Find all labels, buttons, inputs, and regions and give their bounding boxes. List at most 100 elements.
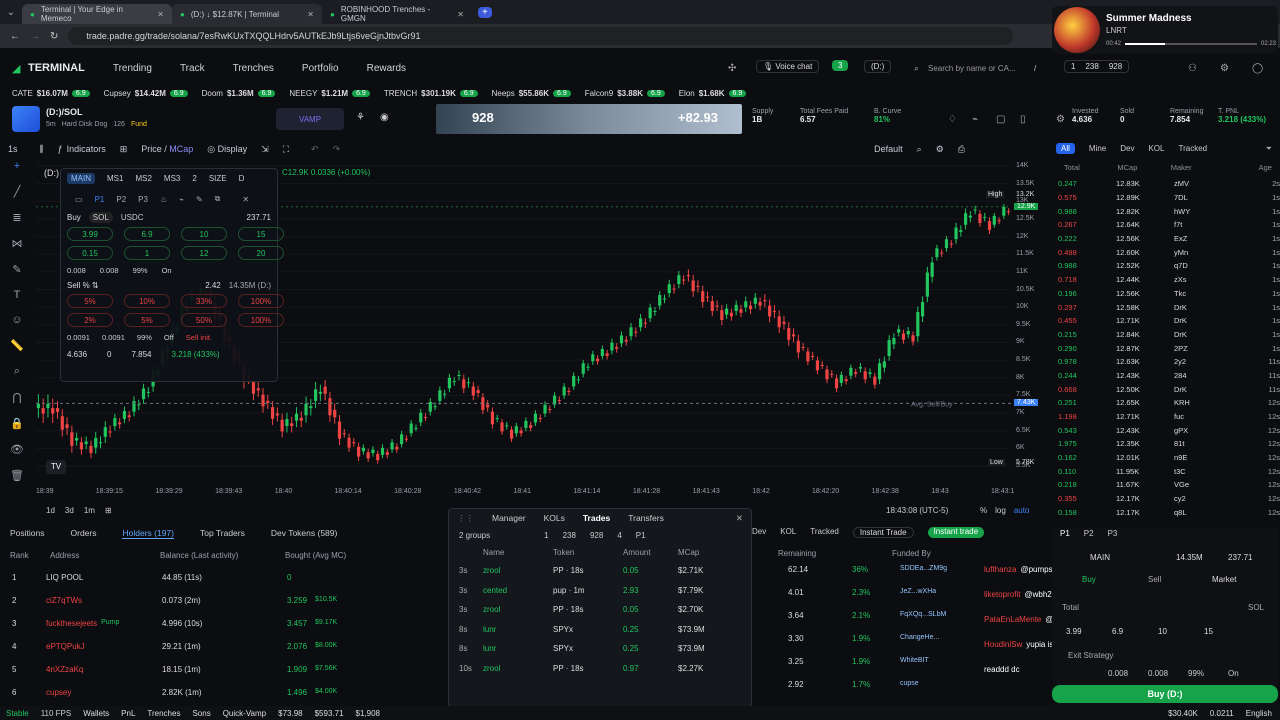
manager-tab[interactable]: Transfers [628, 513, 664, 523]
drag-handle-icon[interactable]: ⋮⋮ [457, 513, 474, 524]
holder-address[interactable]: 4nXZzaKq [46, 665, 162, 674]
status-right-item[interactable]: 0.0211 [1210, 709, 1234, 718]
status-right-item[interactable]: English [1246, 709, 1272, 718]
lock-icon[interactable]: 🔒 [10, 417, 24, 430]
trade-row[interactable]: 1.975 12.35K 81t 12s [1058, 437, 1280, 451]
search-input[interactable]: Search by name or CA... [928, 64, 1016, 73]
holder-address[interactable]: fuckthesejeets Pump [46, 619, 162, 628]
mini-tab[interactable]: P1 [1060, 529, 1070, 538]
trade-row[interactable]: 0.247 12.83K zMV 2s [1058, 177, 1280, 191]
holders-tab[interactable]: Holders (197) [122, 528, 174, 539]
sell-setting[interactable]: 0.0091 [102, 333, 125, 342]
status-link[interactable]: Quick-Vamp [223, 709, 266, 718]
zoom-icon[interactable]: ⌕ [14, 365, 20, 378]
layout-grid-icon[interactable]: ⊞ [120, 144, 128, 155]
buy-amount-button[interactable]: 6.9 [124, 227, 170, 241]
forward-icon[interactable]: → [30, 31, 40, 42]
undo-icon[interactable]: ↶ [311, 144, 319, 155]
puzzle-icon[interactable]: ✣ [728, 63, 736, 74]
funded-by[interactable]: cupse [900, 680, 919, 687]
candle-type-icon[interactable]: ⫼ [40, 144, 44, 155]
chat-user[interactable]: lufthanza [984, 565, 1016, 574]
ticker-item[interactable]: TRENCH $301.19K 6.9 [384, 89, 478, 98]
trade-tab-main[interactable]: MAIN [67, 173, 95, 184]
trade-row[interactable]: 0.978 12.63K 2y2 11s [1058, 355, 1280, 369]
indicators-button[interactable]: ƒ Indicators [58, 144, 106, 154]
mini-tab[interactable]: P3 [1108, 529, 1118, 538]
manager-row[interactable]: 8s lunr SPYx 0.25 $73.9M [449, 620, 751, 640]
buy-amount-button[interactable]: 15 [238, 227, 284, 241]
trade-row[interactable]: 0.988 12.82K hWY 1s [1058, 204, 1280, 218]
manager-tab[interactable]: KOLs [544, 513, 565, 523]
manager-row[interactable]: 3s cented pup · 1m 2.93 $7.79K [449, 581, 751, 601]
close-panel-icon[interactable]: ✕ [242, 195, 249, 204]
range-buttons[interactable]: 1d 3d 1m ⊞ [46, 506, 112, 515]
sell-amount-button[interactable]: 5% [67, 294, 113, 308]
brush-icon[interactable]: ✎ [12, 263, 21, 276]
funded-by[interactable]: JeZ...wXHa [900, 588, 936, 595]
ticker-item[interactable]: NEEGY $1.21M 6.9 [289, 89, 370, 98]
manager-tab[interactable]: Manager [492, 513, 526, 523]
trades-tab-mine[interactable]: Mine [1089, 144, 1106, 153]
instant-trade-toggle[interactable]: Instant trade [927, 527, 985, 538]
ticker-item[interactable]: Neeps $55.86K 6.9 [492, 89, 571, 98]
buy-amount-button[interactable]: 20 [238, 246, 284, 260]
preset-p3[interactable]: P3 [138, 195, 148, 204]
browser-tab-3[interactable]: ● ROBINHOOD Trenches - GMGN ✕ [322, 4, 472, 24]
buy-amount-button[interactable]: 12 [181, 246, 227, 260]
trades-tab-dev[interactable]: Dev [1120, 144, 1134, 153]
wallet-button[interactable]: (D:) [864, 60, 892, 73]
token-banner[interactable]: 928 +82.93 [436, 104, 742, 134]
sell-amount-button[interactable]: 33% [181, 294, 227, 308]
close-tab-icon[interactable]: ✕ [457, 10, 464, 19]
trendline-icon[interactable]: ╱ [14, 185, 21, 198]
holder-address[interactable]: ePTQPukJ [46, 642, 162, 651]
trade-row[interactable]: 0.218 11.67K VGe 12s [1058, 478, 1280, 492]
manager-row[interactable]: 10s zrool PP · 18s 0.97 $2.27K [449, 659, 751, 679]
close-tab-icon[interactable]: ✕ [307, 10, 314, 19]
emoji-icon[interactable]: ☺ [11, 314, 22, 326]
manager-row[interactable]: 3s zrool PP · 18s 0.05 $2.71K [449, 561, 751, 581]
edit-icon[interactable]: ✎ [196, 195, 203, 204]
sell-setting[interactable]: 0.0091 [67, 333, 90, 342]
sell-amount-button[interactable]: 2% [67, 313, 113, 327]
settings-small-icon[interactable]: ⚙ [1056, 114, 1065, 125]
compare-icon[interactable]: ⇲ [261, 144, 269, 155]
holders-tab[interactable]: Positions [10, 528, 45, 538]
ticker-item[interactable]: Doom $1.36M 6.9 [202, 89, 276, 98]
back-icon[interactable]: ← [10, 31, 20, 42]
buy-setting[interactable]: 0.008 [100, 266, 119, 275]
fib-icon[interactable]: ≣ [12, 211, 21, 224]
holders-tab[interactable]: Top Traders [200, 528, 245, 538]
rb-tab[interactable]: KOL [780, 527, 796, 538]
crosshair-icon[interactable]: + [14, 160, 20, 172]
trade-row[interactable]: 0.988 12.52K q7D 1s [1058, 259, 1280, 273]
groups-select[interactable]: 2 groups [459, 531, 490, 540]
fullscreen-icon[interactable]: ⛶ [283, 144, 289, 155]
ticker-item[interactable]: CATE $16.07M 6.9 [12, 89, 90, 98]
copy-icon[interactable]: ⧉ [215, 194, 221, 204]
mini-amount[interactable]: 15 [1204, 627, 1213, 636]
trade-tab-size[interactable]: SIZE [209, 174, 227, 183]
manager-tab[interactable]: Trades [583, 513, 610, 523]
trade-tab-ms2[interactable]: MS2 [135, 174, 151, 183]
preset-p1[interactable]: P1 [95, 195, 105, 204]
price-mcap-toggle[interactable]: Price / MCap [141, 144, 193, 154]
trade-row[interactable]: 0.575 12.89K 7DL 1s [1058, 191, 1280, 205]
profile-icon[interactable]: ◯ [1252, 63, 1263, 74]
holder-row[interactable]: 4 ePTQPukJ 29.21 (1m) 2.076 $8.00K [0, 635, 445, 658]
trade-row[interactable]: 1.198 12.71K fuc 12s [1058, 410, 1280, 424]
chat-user[interactable]: liketoprofit [984, 590, 1020, 599]
browser-tab-1[interactable]: ● Terminal | Your Edge in Memeco ✕ [22, 4, 172, 24]
voice-chat-button[interactable]: 🎙 Voice chat [756, 60, 820, 73]
fire-icon[interactable]: ♨ [160, 195, 167, 204]
status-link[interactable]: Trenches [147, 709, 180, 718]
buy-amount-button[interactable]: 3.99 [67, 227, 113, 241]
status-link[interactable]: Wallets [83, 709, 109, 718]
redo-icon[interactable]: ↷ [333, 144, 341, 155]
rb-tab[interactable]: Dev [752, 527, 766, 538]
funded-by[interactable]: FqXQq...SLbM [900, 611, 946, 618]
sell-setting[interactable]: Off [164, 333, 174, 342]
new-tab-button[interactable]: + [478, 6, 492, 18]
settings-icon[interactable]: ⚙ [1220, 63, 1229, 74]
